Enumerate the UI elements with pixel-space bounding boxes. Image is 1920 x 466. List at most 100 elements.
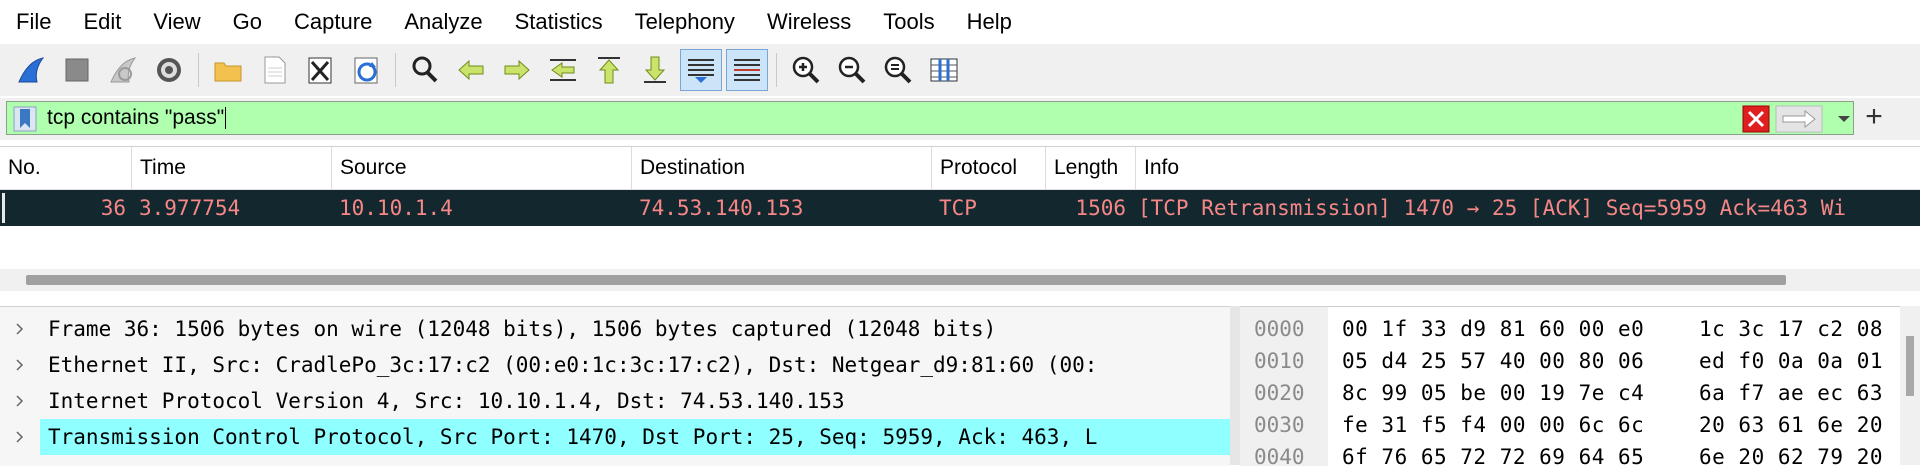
close-file-icon[interactable]: [299, 49, 341, 91]
scrollbar-thumb[interactable]: [1906, 336, 1914, 396]
column-no[interactable]: No.: [0, 147, 132, 189]
packet-list-header: No. Time Source Destination Protocol Len…: [0, 147, 1920, 190]
chevron-right-icon[interactable]: [14, 319, 26, 339]
chevron-right-icon[interactable]: [14, 427, 26, 447]
hex-row[interactable]: 0030 fe 31 f5 f4 00 00 6c 6c 20 63 61 6e…: [1240, 407, 1920, 443]
packet-protocol: TCP: [939, 196, 977, 220]
hex-bytes: 20 63 61 6e 20: [1699, 413, 1884, 437]
menu-statistics[interactable]: Statistics: [499, 0, 619, 44]
go-to-packet-icon[interactable]: [542, 49, 584, 91]
packet-time: 3.977754: [139, 196, 241, 220]
main-toolbar: [0, 44, 1920, 96]
go-back-icon[interactable]: [450, 49, 492, 91]
detail-row-ip[interactable]: Internet Protocol Version 4, Src: 10.10.…: [0, 383, 1230, 419]
packet-bytes-pane: 0000 00 1f 33 d9 81 60 00 e0 1c 3c 17 c2…: [1240, 306, 1920, 466]
packet-info: [TCP Retransmission] 1470 → 25 [ACK] Seq…: [1138, 196, 1847, 220]
resize-columns-icon[interactable]: [923, 49, 965, 91]
detail-text: Ethernet II, Src: CradlePo_3c:17:c2 (00:…: [48, 353, 1098, 377]
reload-file-icon[interactable]: [345, 49, 387, 91]
hex-bytes: 05 d4 25 57 40 00 80 06: [1342, 349, 1645, 373]
hex-row[interactable]: 0010 05 d4 25 57 40 00 80 06 ed f0 0a 0a…: [1240, 343, 1920, 379]
hex-bytes: 6f 76 65 72 72 69 64 65: [1342, 445, 1645, 466]
go-forward-icon[interactable]: [496, 49, 538, 91]
scrollbar-thumb[interactable]: [26, 275, 1786, 285]
packet-source: 10.10.1.4: [339, 196, 453, 220]
clear-filter-icon[interactable]: [1742, 105, 1770, 133]
find-packet-icon[interactable]: [404, 49, 446, 91]
detail-row-ethernet[interactable]: Ethernet II, Src: CradlePo_3c:17:c2 (00:…: [0, 347, 1230, 383]
chevron-right-icon[interactable]: [14, 391, 26, 411]
display-filter-bar: tcp contains "pass" +: [0, 98, 1920, 140]
hex-bytes: ed f0 0a 0a 01: [1699, 349, 1884, 373]
zoom-out-icon[interactable]: [831, 49, 873, 91]
packet-list: No. Time Source Destination Protocol Len…: [0, 146, 1920, 297]
column-destination[interactable]: Destination: [632, 147, 932, 189]
hex-offset: 0040: [1254, 445, 1305, 466]
add-filter-button-icon[interactable]: +: [1862, 102, 1886, 134]
column-protocol[interactable]: Protocol: [932, 147, 1046, 189]
menu-analyze[interactable]: Analyze: [388, 0, 498, 44]
detail-row-frame[interactable]: Frame 36: 1506 bytes on wire (12048 bits…: [0, 311, 1230, 347]
save-file-icon[interactable]: [253, 49, 295, 91]
menu-capture[interactable]: Capture: [278, 0, 388, 44]
hex-offset: 0030: [1254, 413, 1305, 437]
apply-filter-icon[interactable]: [1775, 105, 1823, 133]
packet-list-hscrollbar[interactable]: [0, 269, 1920, 291]
packet-no: 36: [100, 196, 126, 220]
menu-file[interactable]: File: [0, 0, 67, 44]
chevron-right-icon[interactable]: [14, 355, 26, 375]
hex-offset: 0010: [1254, 349, 1305, 373]
bookmark-icon[interactable]: [13, 106, 37, 132]
detail-text: Frame 36: 1506 bytes on wire (12048 bits…: [48, 317, 997, 341]
hex-bytes: 6e 20 62 79 20: [1699, 445, 1884, 466]
menu-edit[interactable]: Edit: [67, 0, 137, 44]
hex-bytes: 00 1f 33 d9 81 60 00 e0: [1342, 317, 1645, 341]
menu-tools[interactable]: Tools: [867, 0, 950, 44]
go-last-icon[interactable]: [634, 49, 676, 91]
menu-view[interactable]: View: [137, 0, 216, 44]
toolbar-separator: [198, 53, 199, 87]
open-file-icon[interactable]: [207, 49, 249, 91]
column-length[interactable]: Length: [1046, 147, 1136, 189]
menu-go[interactable]: Go: [217, 0, 278, 44]
menu-telephony[interactable]: Telephony: [619, 0, 751, 44]
menu-wireless[interactable]: Wireless: [751, 0, 867, 44]
hex-row[interactable]: 0020 8c 99 05 be 00 19 7e c4 6a f7 ae ec…: [1240, 375, 1920, 411]
capture-options-icon[interactable]: [148, 49, 190, 91]
menu-bar: File Edit View Go Capture Analyze Statis…: [0, 0, 1920, 44]
hex-offset: 0000: [1254, 317, 1305, 341]
bytes-pane-vscrollbar[interactable]: [1900, 306, 1920, 465]
go-first-icon[interactable]: [588, 49, 630, 91]
detail-text: Internet Protocol Version 4, Src: 10.10.…: [48, 389, 845, 413]
detail-text: Transmission Control Protocol, Src Port:…: [48, 425, 1098, 449]
toolbar-separator: [776, 53, 777, 87]
pane-splitter[interactable]: [1230, 306, 1240, 465]
hex-row[interactable]: 0000 00 1f 33 d9 81 60 00 e0 1c 3c 17 c2…: [1240, 311, 1920, 347]
hex-bytes: fe 31 f5 f4 00 00 6c 6c: [1342, 413, 1645, 437]
filter-history-dropdown-icon[interactable]: [1831, 105, 1857, 133]
column-source[interactable]: Source: [332, 147, 632, 189]
hex-row[interactable]: 0040 6f 76 65 72 72 69 64 65 6e 20 62 79…: [1240, 439, 1920, 466]
hex-offset: 0020: [1254, 381, 1305, 405]
stop-capture-icon[interactable]: [56, 49, 98, 91]
auto-scroll-icon[interactable]: [680, 49, 722, 91]
packet-details-pane: Frame 36: 1506 bytes on wire (12048 bits…: [0, 306, 1230, 466]
restart-capture-icon[interactable]: [102, 49, 144, 91]
column-time[interactable]: Time: [132, 147, 332, 189]
normal-size-icon[interactable]: [877, 49, 919, 91]
hex-bytes: 8c 99 05 be 00 19 7e c4: [1342, 381, 1645, 405]
packet-destination: 74.53.140.153: [639, 196, 804, 220]
text-caret: [225, 107, 227, 130]
hex-bytes: 1c 3c 17 c2 08: [1699, 317, 1884, 341]
menu-help[interactable]: Help: [951, 0, 1028, 44]
colorize-icon[interactable]: [726, 49, 768, 91]
start-capture-icon[interactable]: [10, 49, 52, 91]
filter-text: tcp contains "pass": [47, 106, 227, 130]
zoom-in-icon[interactable]: [785, 49, 827, 91]
detail-row-tcp[interactable]: Transmission Control Protocol, Src Port:…: [0, 419, 1230, 455]
column-info[interactable]: Info: [1136, 147, 1920, 189]
display-filter-input[interactable]: tcp contains "pass": [6, 101, 1854, 135]
packet-row[interactable]: 36 3.977754 10.10.1.4 74.53.140.153 TCP …: [0, 190, 1920, 226]
packet-length: 1506: [1075, 196, 1126, 220]
toolbar-separator: [395, 53, 396, 87]
